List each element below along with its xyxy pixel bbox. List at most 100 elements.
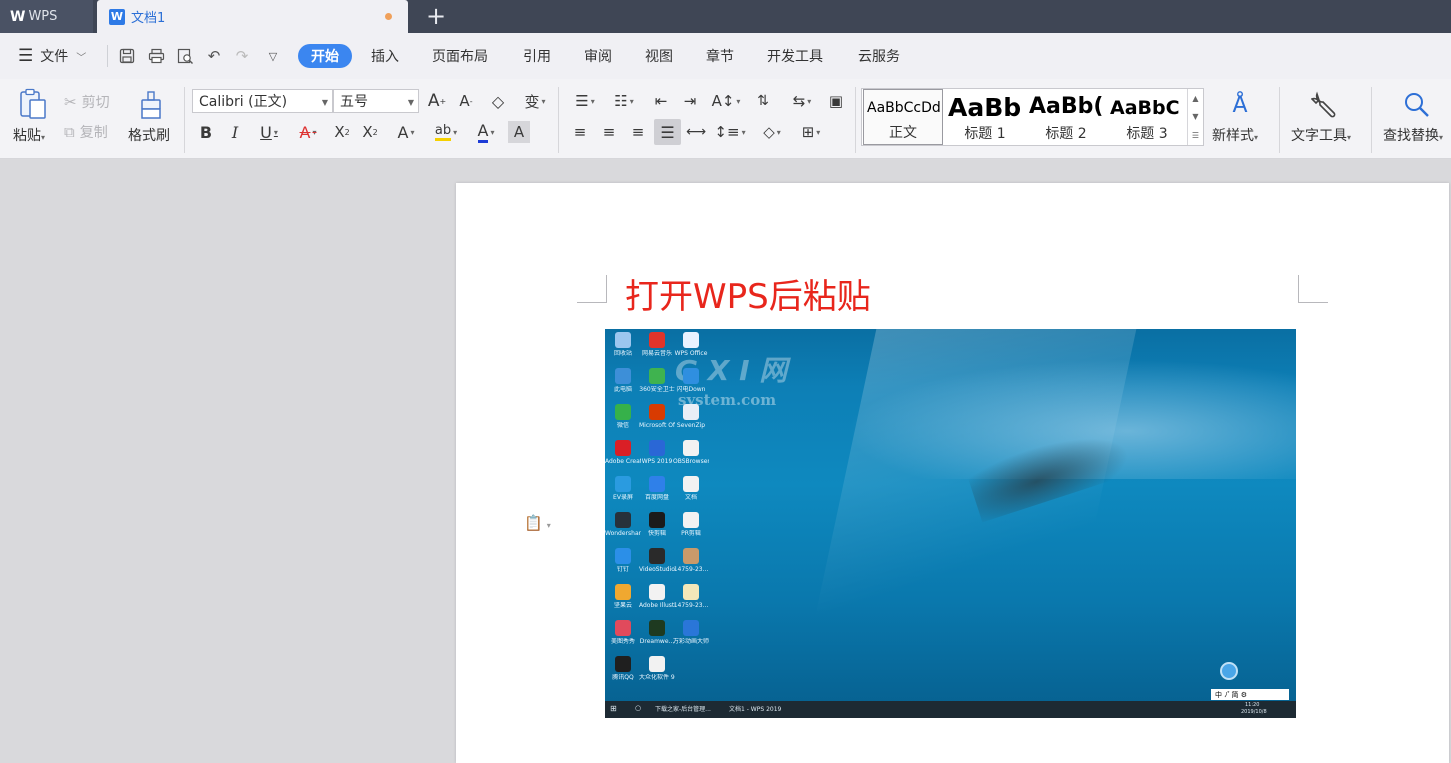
style-heading-3[interactable]: AaBbC 标题 3: [1107, 89, 1187, 145]
pinyin-guide-icon[interactable]: 变 ▾: [518, 90, 552, 112]
desktop-icon: Adobe Creati...: [605, 440, 641, 465]
character-shading-icon[interactable]: A: [508, 121, 530, 143]
increase-indent-icon[interactable]: ⇥: [679, 90, 701, 112]
desktop-icon-label: VideoStudio 2019 Train...: [639, 566, 675, 573]
borders-icon[interactable]: ⊞ ▾: [795, 121, 827, 143]
customize-toolbar-icon[interactable]: ▽: [262, 45, 284, 67]
style-heading-1[interactable]: AaBb 标题 1: [945, 89, 1025, 145]
styles-scrollbar[interactable]: ▲ ▼ ☰: [1187, 89, 1203, 145]
superscript-icon[interactable]: X2: [331, 121, 353, 143]
bold-icon[interactable]: B: [196, 121, 216, 143]
desktop-taskbar: ⊞ ○ 下载之家-后台管理... 文档1 - WPS 2019 11:20 20…: [605, 701, 1296, 718]
sort-icon[interactable]: ⇅: [752, 90, 774, 112]
tab-review[interactable]: 审阅: [584, 44, 612, 68]
align-left-icon[interactable]: ≡: [569, 121, 591, 143]
justify-icon[interactable]: ☰: [654, 119, 681, 145]
new-style-button[interactable]: 新样式▾: [1212, 125, 1258, 145]
align-center-icon[interactable]: ≡: [598, 121, 620, 143]
tab-section[interactable]: 章节: [706, 44, 734, 68]
desktop-icon: WPS 2019: [639, 440, 675, 465]
style-name: 正文: [889, 125, 917, 141]
shading-icon[interactable]: ◇ ▾: [755, 121, 789, 143]
file-menu[interactable]: ☰ 文件 ﹀: [18, 44, 86, 68]
chevron-down-icon: ▼: [407, 98, 414, 107]
text-tools-label: 文字工具: [1291, 128, 1347, 144]
find-replace-button[interactable]: 查找替换▾: [1383, 125, 1443, 145]
wps-logo-icon: W: [10, 8, 25, 25]
align-right-icon[interactable]: ≡: [627, 121, 649, 143]
wps-writer-icon: W: [109, 8, 125, 25]
line-break-icon[interactable]: ⇆ ▾: [785, 90, 819, 112]
strikethrough-icon[interactable]: A ▾: [292, 121, 324, 143]
divider: [1371, 87, 1372, 153]
underline-icon[interactable]: U ▾: [253, 121, 285, 143]
font-name-select[interactable]: Calibri (正文) ▼: [192, 89, 333, 113]
shrink-font-icon[interactable]: A-: [455, 90, 477, 112]
undo-icon[interactable]: ↶: [203, 45, 225, 67]
document-tab[interactable]: W 文档1: [97, 0, 408, 33]
desktop-icon-label: 微信: [616, 422, 629, 429]
format-painter-label[interactable]: 格式刷: [128, 125, 170, 145]
tab-home[interactable]: 开始: [298, 44, 352, 68]
wrench-icon[interactable]: [1308, 88, 1342, 122]
show-marks-icon[interactable]: ▣: [825, 90, 847, 112]
text-effect-icon[interactable]: A ▾: [390, 121, 422, 143]
line-spacing-icon[interactable]: ↕≡ ▾: [714, 121, 746, 143]
clear-format-icon[interactable]: ◇: [486, 90, 510, 112]
numbering-icon[interactable]: ☷ ▾: [608, 90, 640, 112]
distribute-icon[interactable]: ⟷: [685, 121, 707, 143]
tab-references[interactable]: 引用: [523, 44, 551, 68]
format-painter-icon[interactable]: [136, 89, 166, 121]
highlight-icon[interactable]: ab ▾: [429, 121, 463, 143]
desktop-icon: PR剪辑: [673, 512, 709, 537]
tab-view[interactable]: 视图: [645, 44, 673, 68]
style-normal[interactable]: AaBbCcDd 正文: [863, 89, 943, 145]
scroll-up-icon[interactable]: ▲: [1192, 94, 1198, 103]
tab-insert[interactable]: 插入: [371, 44, 399, 68]
grow-font-icon[interactable]: A +: [426, 90, 448, 112]
tab-developer[interactable]: 开发工具: [767, 44, 823, 68]
cut-button[interactable]: ✂ 剪切: [64, 92, 110, 112]
taskbar-date: 2019/10/8: [1241, 709, 1267, 715]
redo-icon[interactable]: ↷: [231, 45, 253, 67]
wps-home-tab[interactable]: W WPS: [0, 0, 93, 33]
new-tab-button[interactable]: +: [422, 2, 450, 30]
new-style-icon[interactable]: Å: [1222, 88, 1258, 122]
text-tools-button[interactable]: 文字工具▾: [1291, 125, 1351, 145]
font-name-value: Calibri (正文): [199, 94, 288, 110]
app-icon: [615, 440, 631, 456]
tab-cloud-service[interactable]: 云服务: [858, 44, 900, 68]
divider: [1279, 87, 1280, 153]
desktop-icon-label: WPS 2019: [641, 458, 673, 465]
text-direction-icon[interactable]: A↕ ▾: [709, 90, 743, 112]
expand-gallery-icon[interactable]: ☰: [1192, 131, 1199, 140]
copy-button[interactable]: ⧉ 复制: [64, 122, 108, 142]
app-icon: [615, 476, 631, 492]
document-heading[interactable]: 打开WPS后粘贴: [625, 269, 871, 318]
font-color-icon[interactable]: A ▾: [470, 121, 502, 143]
scroll-down-icon[interactable]: ▼: [1192, 112, 1198, 121]
print-icon[interactable]: [145, 45, 167, 67]
app-icon: [649, 512, 665, 528]
tab-page-layout[interactable]: 页面布局: [432, 44, 488, 68]
font-size-select[interactable]: 五号 ▼: [333, 89, 419, 113]
italic-icon[interactable]: I: [225, 121, 245, 143]
decrease-indent-icon[interactable]: ⇤: [650, 90, 672, 112]
style-heading-2[interactable]: AaBb( 标题 2: [1026, 89, 1106, 145]
pasted-screenshot-image[interactable]: G X I 网 system.com 回收站 网易云音乐 WPS Office 此电脑…: [605, 329, 1296, 718]
paste-button[interactable]: 粘贴▾: [13, 125, 45, 145]
save-icon[interactable]: [116, 45, 138, 67]
paste-options-icon[interactable]: 📋 ▾: [524, 514, 551, 532]
hamburger-icon: ☰: [18, 46, 34, 66]
print-preview-icon[interactable]: [174, 45, 196, 67]
desktop-icon-label: 钉钉: [616, 566, 629, 573]
bullets-icon[interactable]: ☰ ▾: [569, 90, 601, 112]
app-icon: [615, 332, 631, 348]
floating-ball-icon: [1220, 662, 1238, 680]
search-icon[interactable]: [1400, 88, 1434, 122]
paste-icon[interactable]: [16, 87, 50, 121]
subscript-icon[interactable]: X2: [359, 121, 381, 143]
desktop-icon-label: 14759-23...: [673, 602, 709, 609]
desktop-icon: 万彩动画大师: [673, 620, 709, 645]
style-preview: AaBbC: [1110, 97, 1180, 119]
